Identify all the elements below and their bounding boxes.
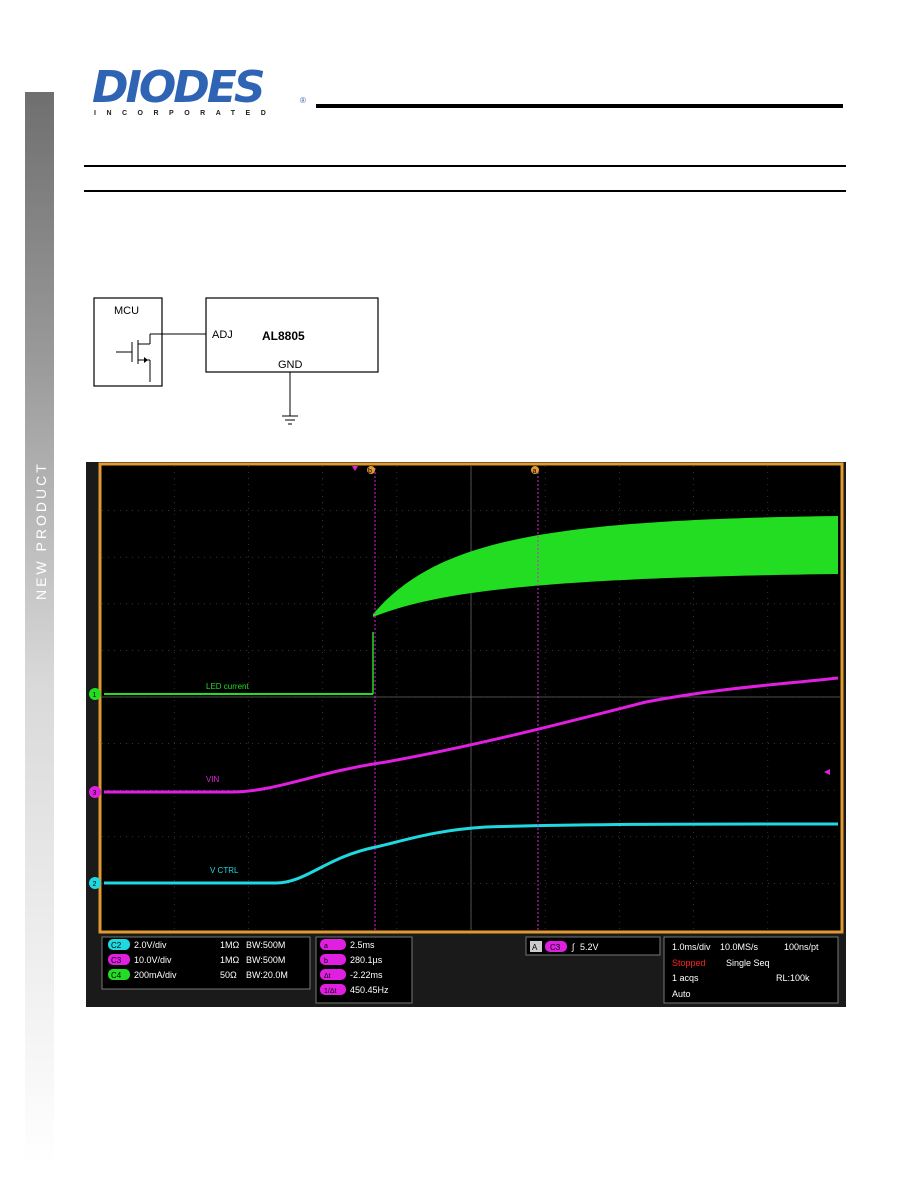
adj-circuit-diagram: MCU ADJ AL8805 GND [93, 297, 379, 425]
oscilloscope-capture: LED current VIN V CTRL b a 1 3 2 C2 2.0V/… [86, 462, 846, 1007]
vctrl-trace-label: V CTRL [210, 866, 239, 875]
cursor-a-marker-label: a [533, 468, 537, 475]
ch-led-marker-label: 1 [93, 692, 97, 699]
acq-count: 1 acqs [672, 973, 699, 983]
side-banner: NEW PRODUCT [25, 92, 54, 1167]
trigger-tag: A [532, 943, 538, 952]
ch-vin-marker-label: 3 [93, 790, 97, 797]
channel-scale: 2.0V/div [134, 940, 167, 950]
logo-subtitle: INCORPORATED [94, 110, 277, 117]
cursor-b-marker-label: b [368, 468, 372, 475]
acq-state: Stopped [672, 958, 706, 968]
cursor-tag: 1/Δt [324, 988, 337, 995]
section-rule-bottom [84, 190, 846, 192]
diodes-logo: DIODES INCORPORATED ® [92, 62, 306, 122]
cursor-tag: Δt [324, 973, 331, 980]
cursor-value: 280.1µs [350, 955, 383, 965]
trigger-level: 5.2V [580, 942, 599, 952]
trigger-source: C3 [550, 943, 561, 952]
cursor-tag: b [324, 958, 328, 965]
channel-impedance: 50Ω [220, 970, 237, 980]
channel-bandwidth: BW:500M [246, 940, 285, 950]
vin-trace-label: VIN [206, 775, 220, 784]
channel-tag: C2 [111, 941, 122, 950]
logo-registered-mark: ® [300, 96, 306, 105]
record-length: RL:100k [776, 973, 810, 983]
side-banner-label: NEW PRODUCT [33, 461, 49, 600]
mcu-label: MCU [114, 305, 139, 317]
cursor-value: -2.22ms [350, 970, 383, 980]
cursor-value: 450.45Hz [350, 985, 389, 995]
channel-tag: C4 [111, 971, 122, 980]
gnd-pin-label: GND [278, 359, 303, 371]
timebase-points: 100ns/pt [784, 942, 819, 952]
logo-wordmark: DIODES [92, 62, 266, 113]
channel-tag: C3 [111, 956, 122, 965]
adj-pin-label: ADJ [212, 329, 233, 341]
trigger-mode: Auto [672, 989, 691, 999]
part-label: AL8805 [262, 329, 305, 343]
channel-impedance: 1MΩ [220, 940, 240, 950]
cursor-tag: a [324, 943, 328, 950]
channel-bandwidth: BW:500M [246, 955, 285, 965]
channel-bandwidth: BW:20.0M [246, 970, 288, 980]
timebase-hdiv: 1.0ms/div [672, 942, 711, 952]
cursor-value: 2.5ms [350, 940, 375, 950]
acq-mode: Single Seq [726, 958, 770, 968]
section-rule-top [84, 165, 846, 167]
led-trace-label: LED current [206, 682, 249, 691]
header-rule [316, 104, 843, 108]
channel-scale: 200mA/div [134, 970, 177, 980]
channel-impedance: 1MΩ [220, 955, 240, 965]
channel-scale: 10.0V/div [134, 955, 172, 965]
timebase-rate: 10.0MS/s [720, 942, 759, 952]
ch-ctrl-marker-label: 2 [93, 881, 97, 888]
